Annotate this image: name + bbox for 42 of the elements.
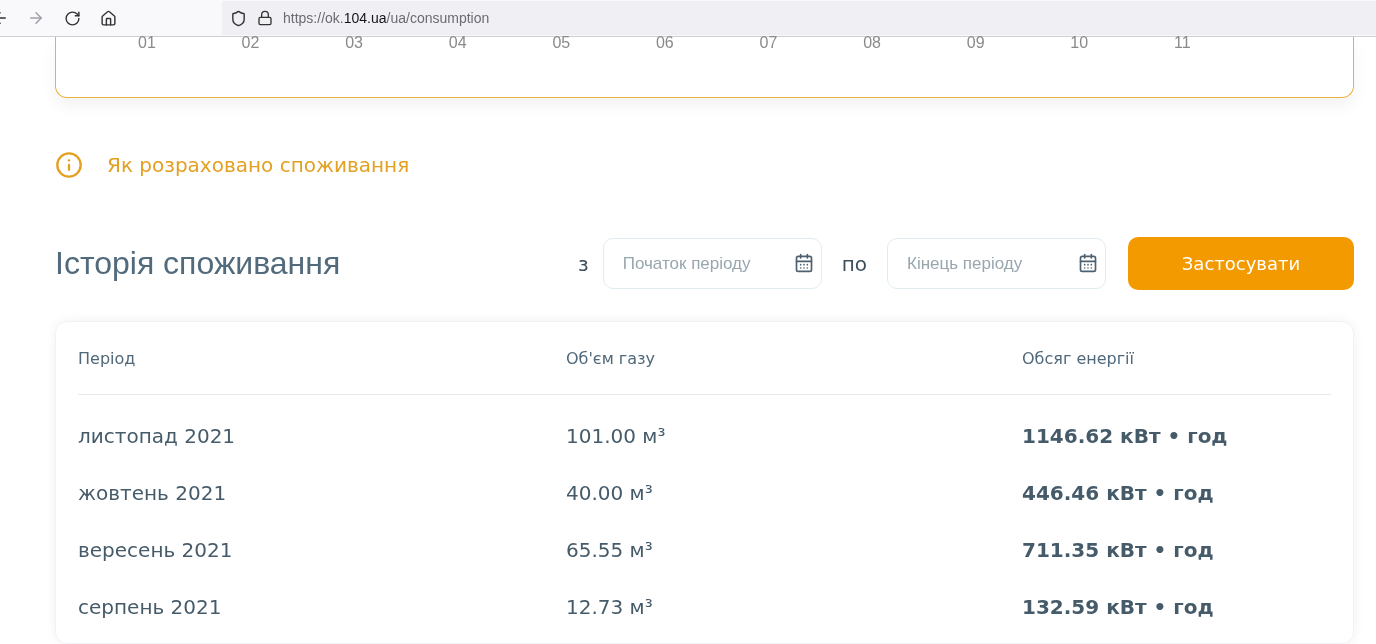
table-cell-text: 446.46 кВт • год: [1022, 480, 1215, 505]
axis-label: 11: [1173, 37, 1192, 49]
column-header: Період: [78, 348, 137, 368]
axis-label: 07: [759, 37, 779, 49]
lock-icon: [257, 10, 273, 26]
table-cell-text: 65.55 м³: [566, 537, 654, 562]
calendar-icon[interactable]: [1078, 253, 1098, 273]
home-icon: [99, 9, 117, 27]
section-title: Історія споживання: [55, 245, 342, 282]
table-cell-text: листопад 2021: [78, 423, 237, 448]
axis-label: 04: [448, 37, 468, 49]
axis-label: 03: [345, 37, 364, 49]
table-cell-text: жовтень 2021: [78, 480, 228, 505]
table-cell-text: 12.73 м³: [566, 594, 654, 619]
column-header: Обсяг енергії: [1022, 348, 1135, 368]
table-cell-text: 1146.62 кВт • год: [1022, 423, 1229, 448]
end-date-field[interactable]: Кінець періоду: [887, 238, 1106, 289]
axis-label: 06: [655, 37, 675, 49]
axis-label: 02: [241, 37, 261, 49]
info-link[interactable]: Як розраховано споживання: [107, 153, 410, 177]
column-header: Об'єм газу: [566, 348, 656, 368]
axis-label: 09: [966, 37, 986, 49]
start-date-field[interactable]: Початок періоду: [602, 238, 822, 289]
forward-arrow-icon: [27, 9, 45, 27]
table-cell-text: 711.35 кВт • год: [1022, 537, 1215, 562]
calendar-icon[interactable]: [793, 253, 814, 273]
table-cell-text: 101.00 м³: [566, 423, 667, 448]
table-cell-text: 132.59 кВт • год: [1022, 594, 1215, 619]
axis-label: 08: [863, 37, 882, 49]
axis-label: 01: [138, 37, 157, 49]
table-cell-text: вересень 2021: [78, 537, 234, 562]
shield-icon: [230, 9, 247, 27]
table-cell-text: серпень 2021: [78, 594, 223, 619]
apply-button[interactable]: Застосувати: [1128, 237, 1354, 290]
axis-label: 05: [552, 37, 572, 49]
info-icon: [55, 151, 83, 179]
address-bar[interactable]: https://ok.104.ua/ua/consumption: [222, 1, 1376, 35]
to-label: по: [841, 251, 867, 276]
axis-label: 10: [1070, 37, 1090, 49]
from-label: з: [578, 251, 589, 276]
table-cell-text: 40.00 м³: [566, 480, 654, 505]
reload-icon: [63, 9, 81, 27]
